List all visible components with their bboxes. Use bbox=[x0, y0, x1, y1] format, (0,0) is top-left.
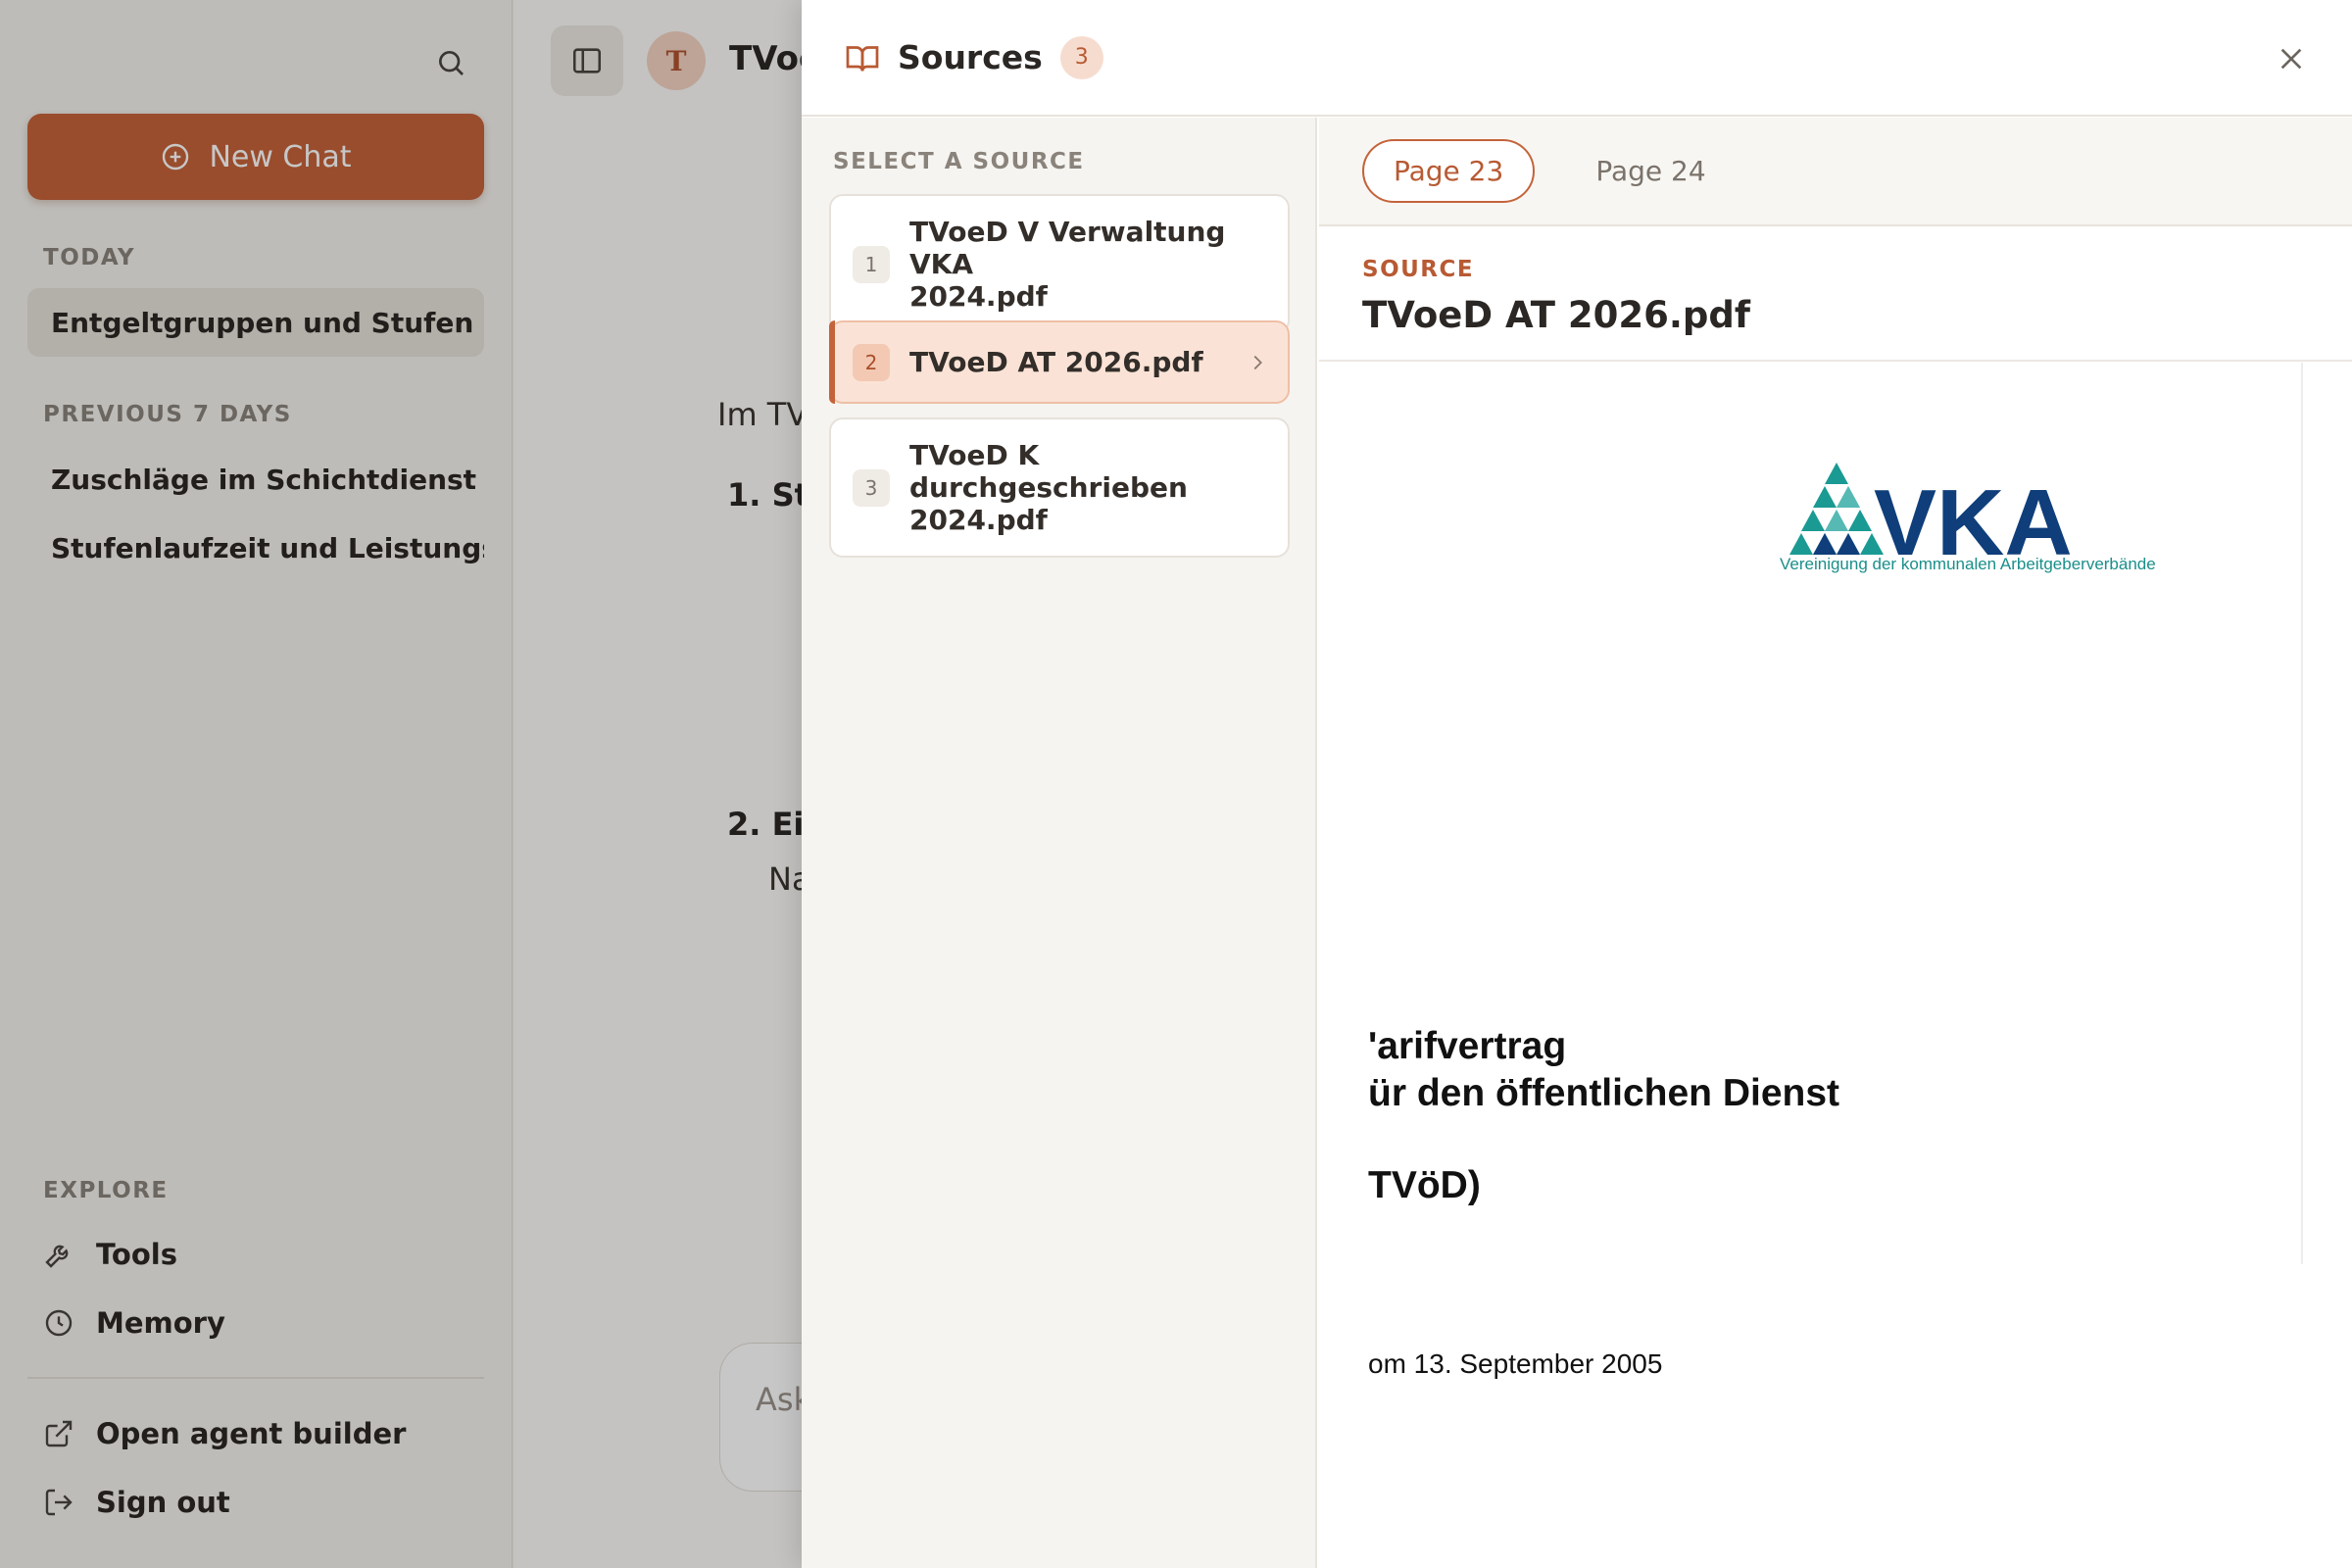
sources-count-badge: 3 bbox=[1059, 35, 1103, 79]
document-date-line: om 13. September 2005 bbox=[1368, 1348, 1663, 1379]
page-tabs: Page 23 Page 24 bbox=[1319, 118, 2352, 226]
vka-logo-subtitle: Vereinigung der kommunalen Arbeitgeberve… bbox=[1780, 555, 2156, 573]
source-item-3-name-line2: 2024.pdf bbox=[909, 504, 1048, 536]
source-item-2-number: 2 bbox=[853, 343, 890, 381]
document-line-2: ür den öffentlichen Dienst bbox=[1368, 1072, 1840, 1114]
tab-page-24[interactable]: Page 24 bbox=[1564, 139, 1737, 203]
book-open-icon bbox=[846, 45, 879, 72]
document-line-3: TVöD) bbox=[1368, 1164, 1481, 1206]
tab-page-23[interactable]: Page 23 bbox=[1362, 139, 1536, 203]
source-item-1-number: 1 bbox=[853, 245, 890, 283]
source-item-1[interactable]: 1 TVoeD V Verwaltung VKA 2024.pdf bbox=[829, 194, 1290, 334]
source-item-3-name-line1: TVoeD K durchgeschrieben bbox=[909, 439, 1188, 504]
vka-logo: VKA bbox=[1789, 463, 2073, 575]
close-button[interactable] bbox=[2270, 37, 2313, 80]
document-viewer: Page 23 Page 24 SOURCE TVoeD AT 2026.pdf bbox=[1319, 118, 2352, 1568]
sources-panel: Sources 3 SELECT A SOURCE 1 TVoeD V Verw… bbox=[802, 0, 2352, 1568]
source-filename: TVoeD AT 2026.pdf bbox=[1362, 294, 1750, 336]
source-item-1-name-line1: TVoeD V Verwaltung VKA bbox=[909, 216, 1226, 280]
source-item-2[interactable]: 2 TVoeD AT 2026.pdf bbox=[829, 320, 1290, 404]
sources-header: Sources 3 bbox=[802, 0, 2352, 117]
source-kicker: SOURCE bbox=[1362, 257, 1475, 282]
sources-title: Sources bbox=[898, 38, 1043, 76]
document-page: VKA Vereinigung der kommunalen Arbeitgeb… bbox=[1319, 363, 2352, 1568]
source-list-label: SELECT A SOURCE bbox=[833, 149, 1085, 174]
source-list: SELECT A SOURCE 1 TVoeD V Verwaltung VKA… bbox=[802, 118, 1317, 1568]
chevron-right-icon bbox=[1253, 355, 1262, 369]
page-edge bbox=[2301, 363, 2303, 1264]
source-item-3-number: 3 bbox=[853, 468, 890, 507]
source-item-3[interactable]: 3 TVoeD K durchgeschrieben 2024.pdf bbox=[829, 417, 1290, 558]
document-line-1: 'arifvertrag bbox=[1368, 1025, 1567, 1067]
source-item-1-name-line2: 2024.pdf bbox=[909, 280, 1048, 313]
source-item-2-name: TVoeD AT 2026.pdf bbox=[909, 346, 1203, 378]
close-icon bbox=[2280, 48, 2302, 70]
source-header: SOURCE TVoeD AT 2026.pdf bbox=[1319, 227, 2352, 362]
modal-backdrop[interactable] bbox=[0, 0, 802, 1568]
